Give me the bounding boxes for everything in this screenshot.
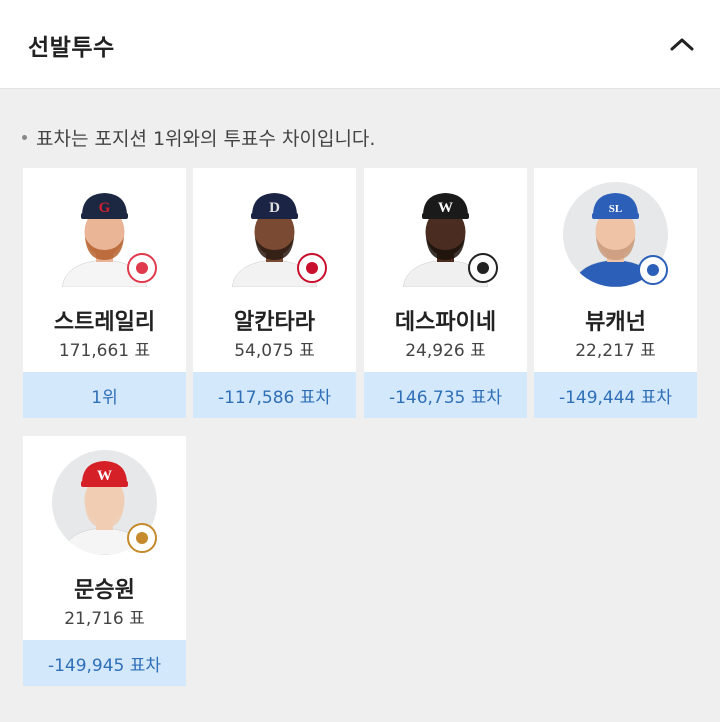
doosan-bears-logo bbox=[297, 253, 327, 283]
vote-difference: -146,735 표차 bbox=[364, 372, 527, 418]
sk-wyverns-logo bbox=[127, 523, 157, 553]
chevron-up-icon bbox=[670, 38, 694, 51]
player-name: 알칸타라 bbox=[234, 310, 315, 335]
section-header: 선발투수 bbox=[0, 0, 720, 89]
player-photo: D bbox=[222, 182, 327, 287]
vote-count: 24,926 표 bbox=[405, 341, 486, 361]
player-card[interactable]: D 알칸타라 54,075 표 -117,586 표차 bbox=[193, 168, 356, 418]
svg-text:G: G bbox=[99, 200, 111, 216]
collapse-button[interactable] bbox=[664, 26, 700, 62]
samsung-lions-logo bbox=[638, 255, 668, 285]
player-card[interactable]: W 문승원 21,716 표 -149,945 표차 bbox=[23, 436, 186, 686]
vote-count: 21,716 표 bbox=[64, 609, 145, 629]
vote-difference: -117,586 표차 bbox=[193, 372, 356, 418]
svg-text:W: W bbox=[438, 200, 453, 216]
player-photo: W bbox=[393, 182, 498, 287]
kt-wiz-logo bbox=[468, 253, 498, 283]
vote-difference: -149,945 표차 bbox=[23, 640, 186, 686]
vote-difference: 1위 bbox=[23, 372, 186, 418]
vote-count: 22,217 표 bbox=[575, 341, 656, 361]
svg-text:SL: SL bbox=[609, 203, 622, 215]
lotte-giants-logo bbox=[127, 253, 157, 283]
section-title: 선발투수 bbox=[28, 35, 115, 61]
player-card[interactable]: G 스트레일리 171,661 표 1위 bbox=[23, 168, 186, 418]
vote-count: 171,661 표 bbox=[58, 341, 151, 361]
player-name: 뷰캐넌 bbox=[585, 310, 646, 335]
player-name: 데스파이네 bbox=[394, 310, 497, 335]
player-name: 스트레일리 bbox=[53, 310, 156, 335]
vote-difference: -149,444 표차 bbox=[534, 372, 697, 418]
player-name: 문승원 bbox=[74, 578, 135, 603]
bullet-icon bbox=[22, 135, 27, 140]
vote-diff-note: 표차는 포지션 1위와의 투표수 차이입니다. bbox=[22, 124, 375, 151]
note-text: 표차는 포지션 1위와의 투표수 차이입니다. bbox=[36, 128, 376, 150]
player-card[interactable]: W 데스파이네 24,926 표 -146,735 표차 bbox=[364, 168, 527, 418]
player-photo: G bbox=[52, 182, 157, 287]
svg-text:W: W bbox=[97, 468, 112, 484]
player-card[interactable]: SL 뷰캐넌 22,217 표 -149,444 표차 bbox=[534, 168, 697, 418]
svg-text:D: D bbox=[269, 200, 280, 216]
vote-count: 54,075 표 bbox=[234, 341, 315, 361]
